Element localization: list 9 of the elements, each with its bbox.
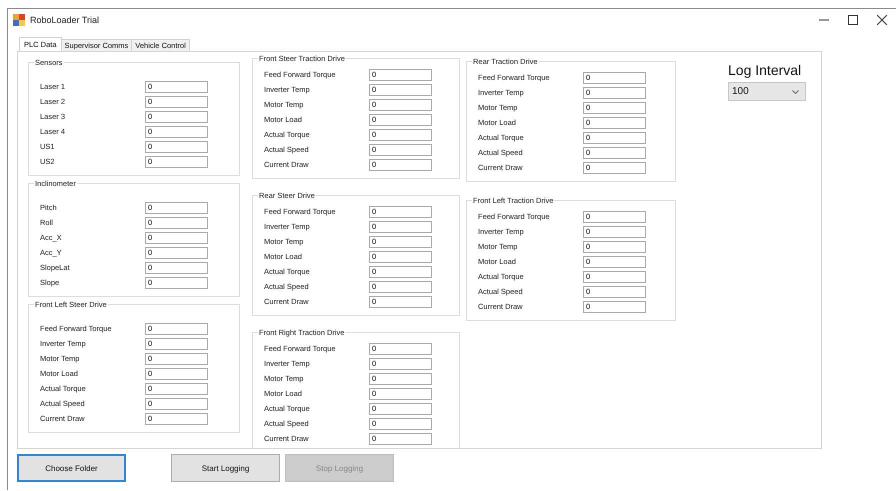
app-icon — [13, 14, 25, 26]
close-icon[interactable] — [876, 15, 886, 25]
interval-dropdown[interactable]: 100 — [728, 82, 806, 101]
caret-icon — [792, 90, 799, 94]
action-button[interactable]: Start Logging — [171, 454, 280, 482]
maximize-icon[interactable] — [848, 15, 858, 25]
action-button[interactable]: Choose Folder — [17, 454, 126, 482]
window-title: RoboLoader Trial — [30, 15, 100, 25]
log-interval-label: Log Interval — [728, 62, 802, 78]
